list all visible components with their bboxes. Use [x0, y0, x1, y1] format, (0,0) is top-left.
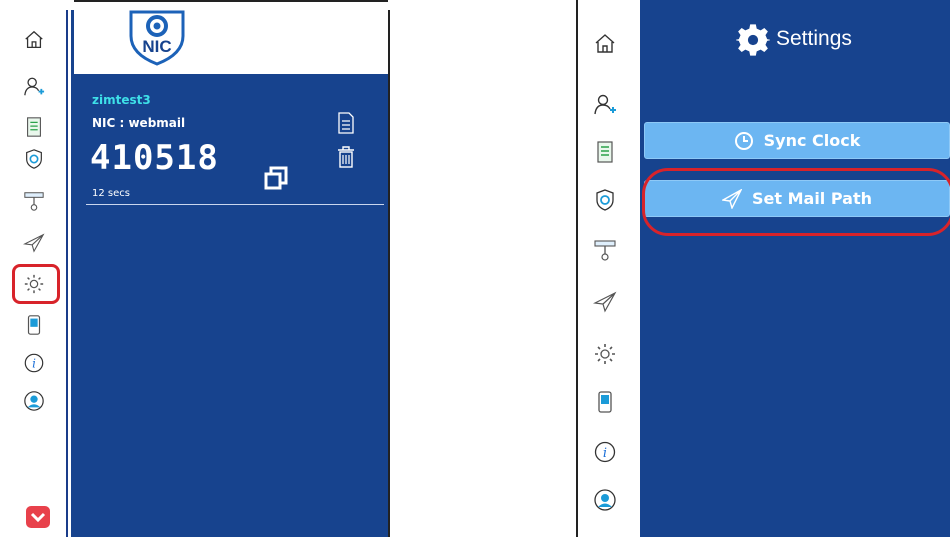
pocket-icon[interactable]: [26, 506, 50, 528]
send-icon[interactable]: [23, 232, 45, 254]
account-title: NIC : webmail: [92, 116, 186, 130]
account-username: zimtest3: [92, 93, 151, 107]
copy-icon[interactable]: [264, 166, 288, 190]
gear-icon[interactable]: [593, 342, 617, 366]
document-list-icon[interactable]: [593, 140, 617, 164]
trash-icon[interactable]: [337, 146, 355, 168]
sync-clock-button[interactable]: Sync Clock: [644, 122, 950, 159]
add-user-icon[interactable]: [593, 93, 617, 117]
frame-border: [388, 10, 390, 537]
settings-title: Settings: [776, 27, 852, 50]
shield-sync-icon[interactable]: [593, 188, 617, 212]
add-user-icon[interactable]: [23, 76, 45, 98]
svg-text:i: i: [32, 357, 36, 371]
settings-gear-icon: [736, 23, 770, 57]
usb-key-icon[interactable]: [593, 238, 617, 262]
profile-icon[interactable]: [23, 390, 45, 412]
shield-sync-icon[interactable]: [23, 148, 45, 170]
mail-path-highlight-box: [642, 168, 950, 236]
profile-icon[interactable]: [593, 488, 617, 512]
home-icon[interactable]: [23, 29, 45, 51]
nic-logo: NIC: [121, 6, 193, 66]
sync-clock-label: Sync Clock: [763, 131, 861, 150]
settings-main-area: [640, 0, 950, 537]
gear-highlight-box: [12, 264, 60, 304]
details-document-icon[interactable]: [337, 112, 355, 134]
usb-key-icon[interactable]: [23, 190, 45, 212]
sidebar-divider: [66, 10, 68, 537]
info-icon[interactable]: i: [23, 352, 45, 374]
info-icon[interactable]: i: [593, 440, 617, 464]
home-icon[interactable]: [593, 32, 617, 56]
account-separator: [86, 204, 384, 205]
left-main-area: [71, 10, 389, 537]
clock-icon: [734, 131, 754, 151]
right-screenshot-panel: i Settings Sync Clock Set Mail Path: [576, 0, 950, 537]
mobile-icon[interactable]: [23, 314, 45, 336]
mobile-icon[interactable]: [593, 390, 617, 414]
document-list-icon[interactable]: [23, 116, 45, 138]
nic-logo-text: NIC: [142, 37, 171, 56]
send-icon[interactable]: [593, 290, 617, 314]
left-screenshot-panel: NIC i zimtest3 NIC : webmail 410518 12 s…: [0, 0, 392, 537]
svg-text:i: i: [603, 446, 607, 461]
otp-timer: 12 secs: [92, 188, 130, 199]
otp-code: 410518: [90, 138, 219, 178]
